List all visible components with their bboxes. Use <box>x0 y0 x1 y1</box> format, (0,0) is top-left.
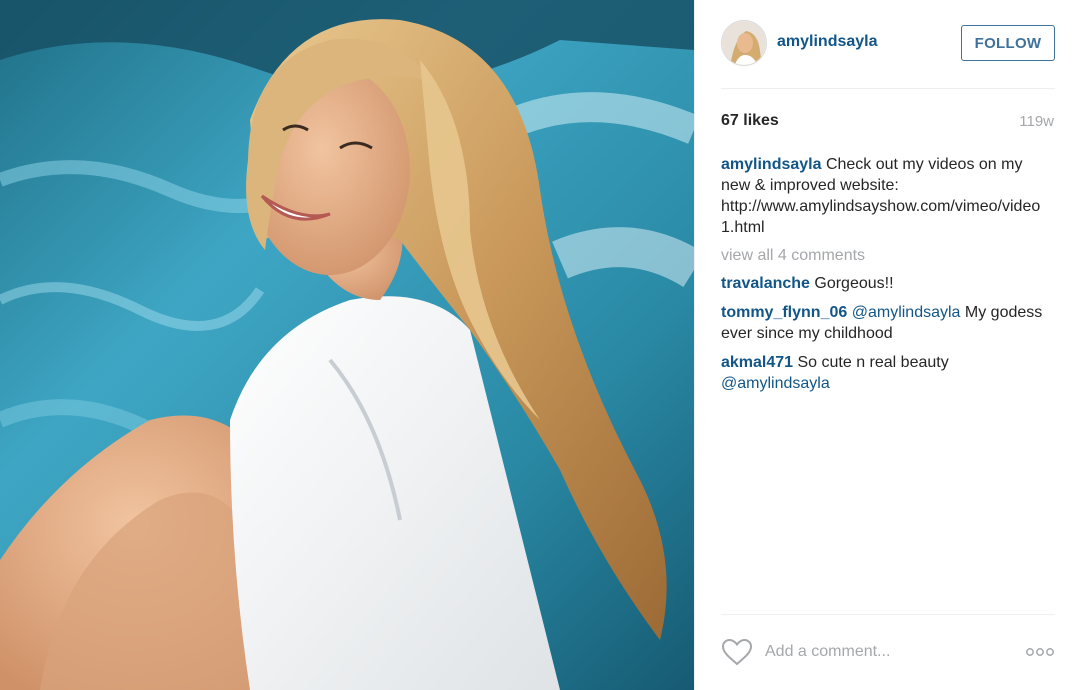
author-avatar[interactable] <box>721 20 767 66</box>
likes-count[interactable]: 67 likes <box>721 112 779 130</box>
header-divider <box>721 88 1055 89</box>
comment-mention[interactable]: @amylindsayla <box>852 304 961 321</box>
view-all-comments-link[interactable]: view all 4 comments <box>721 245 1043 266</box>
comment-mention[interactable]: @amylindsayla <box>721 375 830 392</box>
comment-item: travalanche Gorgeous!! <box>721 273 1043 294</box>
comment-username[interactable]: tommy_flynn_06 <box>721 304 847 321</box>
avatar-image <box>722 21 766 65</box>
post-footer <box>721 636 1055 668</box>
author-username[interactable]: amylindsayla <box>777 33 878 51</box>
comment-username[interactable]: travalanche <box>721 275 810 292</box>
footer-divider <box>721 614 1055 615</box>
comment-item: akmal471 So cute n real beauty @amylinds… <box>721 352 1043 394</box>
caption: amylindsayla Check out my videos on my n… <box>721 154 1043 238</box>
caption-url: http://www.amylindsayshow.com/vimeo/vide… <box>721 198 1041 236</box>
add-comment-input[interactable] <box>765 640 1005 664</box>
heart-icon[interactable] <box>721 638 753 666</box>
comment-username[interactable]: akmal471 <box>721 354 793 371</box>
comment-item: tommy_flynn_06 @amylindsayla My godess e… <box>721 302 1043 344</box>
post-age[interactable]: 119w <box>1019 113 1054 130</box>
comment-text: Gorgeous!! <box>809 275 894 292</box>
comment-text: So cute n real beauty <box>793 354 949 371</box>
follow-button[interactable]: FOLLOW <box>961 25 1055 61</box>
post-header: amylindsayla FOLLOW <box>721 20 1055 66</box>
more-options-icon[interactable] <box>1025 646 1055 658</box>
caption-username[interactable]: amylindsayla <box>721 156 822 173</box>
post-photo[interactable] <box>0 0 694 690</box>
comments-list: amylindsayla Check out my videos on my n… <box>721 154 1043 402</box>
post-image <box>0 0 694 690</box>
post-details-panel: amylindsayla FOLLOW 67 likes 119w amylin… <box>694 0 1080 690</box>
